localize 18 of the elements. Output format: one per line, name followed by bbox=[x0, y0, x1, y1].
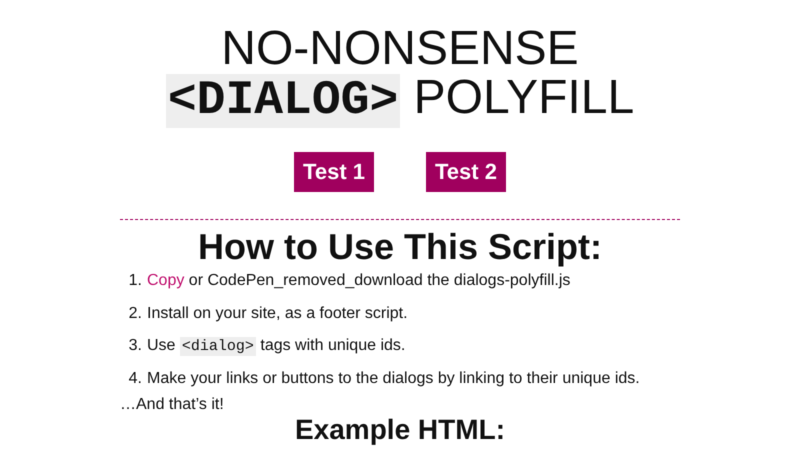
section-heading: Example HTML: bbox=[294, 414, 506, 446]
test-button[interactable]: Test 1 bbox=[294, 152, 374, 192]
page-title: POLYFILL bbox=[414, 71, 634, 124]
step-number: 2. bbox=[128, 304, 142, 322]
step-number: 3. bbox=[128, 336, 142, 355]
step-text: Make your links or buttons to the dialogs by linking to their unique ids. bbox=[147, 368, 640, 388]
section-heading: How to Use This Script: bbox=[198, 226, 602, 268]
step-text: Use <dialog> tags with unique ids. bbox=[147, 336, 406, 355]
title-code: <DIALOG> bbox=[166, 74, 400, 128]
step-number: 4. bbox=[128, 368, 142, 388]
page-title: NO-NONSENSE bbox=[221, 24, 579, 73]
code-snippet: <dialog> bbox=[180, 337, 256, 356]
copy-link[interactable]: Copy bbox=[147, 272, 184, 289]
step-number: 1. bbox=[128, 271, 142, 290]
step-text: Copy or CodePen_removed_download the dialogs-polyfill.js bbox=[147, 271, 570, 290]
closing-text: …And that’s it! bbox=[120, 394, 225, 414]
test-button[interactable]: Test 2 bbox=[426, 152, 506, 192]
step-text: Install on your site, as a footer script. bbox=[147, 304, 408, 322]
